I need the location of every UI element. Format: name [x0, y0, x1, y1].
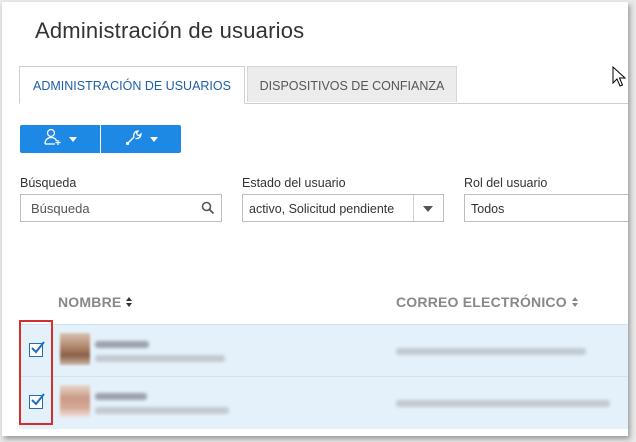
- add-user-button[interactable]: [20, 125, 100, 153]
- table-row[interactable]: [19, 376, 628, 429]
- chevron-down-icon: [69, 136, 77, 142]
- status-select[interactable]: activo, Solicitud pendiente: [242, 194, 444, 222]
- select-divider: [413, 195, 414, 221]
- search-label: Búsqueda: [20, 176, 77, 190]
- sort-icon: [571, 297, 578, 307]
- user-email-redacted: [396, 400, 610, 407]
- main-panel: Administración de usuarios ADMINISTRACIÓ…: [2, 2, 628, 436]
- wrench-icon: [124, 128, 144, 151]
- search-input[interactable]: Búsqueda: [20, 194, 222, 222]
- avatar: [60, 333, 90, 365]
- user-name-redacted: [95, 393, 147, 400]
- user-subtitle-redacted: [95, 407, 229, 414]
- user-email-redacted: [396, 348, 586, 355]
- role-value: Todos: [471, 202, 505, 216]
- column-header-name[interactable]: NOMBRE: [58, 294, 133, 310]
- sort-icon: [126, 297, 133, 307]
- status-value: activo, Solicitud pendiente: [249, 202, 395, 216]
- tab-bar: ADMINISTRACIÓN DE USUARIOS DISPOSITIVOS …: [19, 66, 628, 104]
- tab-trusted-devices[interactable]: DISPOSITIVOS DE CONFIANZA: [247, 66, 457, 102]
- role-label: Rol del usuario: [464, 176, 548, 190]
- search-placeholder: Búsqueda: [31, 201, 90, 216]
- user-subtitle-redacted: [95, 355, 225, 362]
- table-row[interactable]: [19, 324, 628, 377]
- status-label: Estado del usuario: [242, 176, 346, 190]
- avatar: [60, 385, 90, 417]
- chevron-down-icon: [150, 136, 158, 142]
- tab-user-administration[interactable]: ADMINISTRACIÓN DE USUARIOS: [19, 66, 245, 104]
- column-header-name-label: NOMBRE: [58, 294, 122, 310]
- mouse-cursor-icon: [612, 65, 627, 93]
- column-header-email-label: CORREO ELECTRÓNICO: [396, 294, 567, 310]
- role-select[interactable]: Todos: [464, 194, 628, 222]
- tools-button[interactable]: [101, 125, 181, 153]
- page-title: Administración de usuarios: [35, 18, 305, 43]
- add-user-icon: [43, 128, 63, 151]
- selection-highlight-box: [19, 320, 53, 425]
- column-header-email[interactable]: CORREO ELECTRÓNICO: [396, 294, 578, 310]
- search-icon[interactable]: [201, 201, 215, 218]
- user-name-redacted: [95, 341, 149, 348]
- chevron-down-icon[interactable]: [423, 206, 433, 212]
